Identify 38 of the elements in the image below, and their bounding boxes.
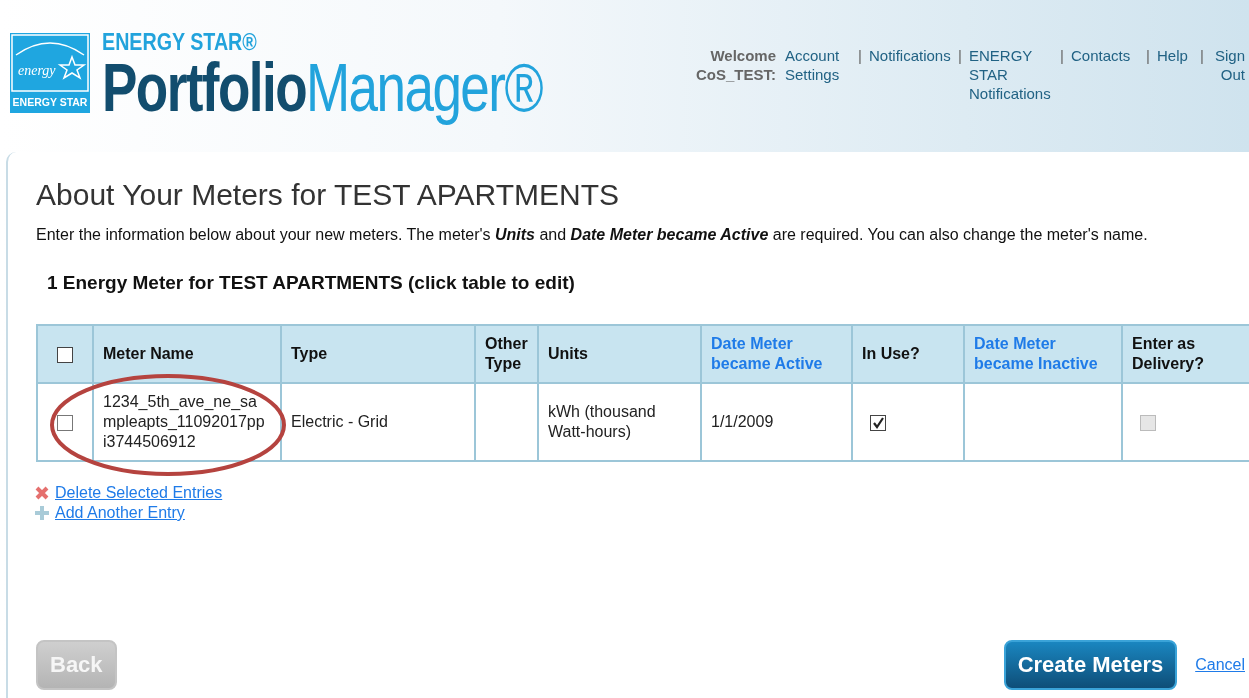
column-header: Meter Name [93, 325, 281, 383]
table-cell: Electric - Grid [291, 413, 388, 430]
row-checkbox[interactable] [57, 414, 73, 431]
nav-separator: | [1200, 46, 1205, 66]
sortable-column-header[interactable]: Date Meter became Active [701, 325, 852, 383]
logo-script-text: energy [18, 63, 56, 78]
product-name-light: Manager® [306, 49, 542, 125]
column-header: Units [538, 325, 701, 383]
nav-link[interactable]: Help [1157, 46, 1197, 103]
nav-separator: | [958, 46, 963, 66]
nav-separator: | [1146, 46, 1151, 66]
table-cell: kWh (thousand Watt-hours) [548, 403, 656, 440]
column-header: Enter as Delivery? [1122, 325, 1249, 383]
nav-link[interactable]: Account Settings [785, 46, 855, 103]
column-header: Other Type [475, 325, 538, 383]
welcome-text: Welcome CoS_TEST: [695, 46, 776, 85]
delete-icon [34, 485, 50, 501]
intro-text: Enter the information below about your new meters. The meter's Units and Date Meter became Active are required. You can also change the meter's name. [36, 226, 1149, 244]
nav-link[interactable]: Sign Out [1211, 46, 1245, 103]
nav-separator: | [1060, 46, 1065, 66]
table-cell: 1/1/2009 [711, 413, 774, 430]
nav-link[interactable]: Contacts [1071, 46, 1143, 103]
plus-icon [34, 505, 50, 521]
nav-separator: | [858, 46, 863, 66]
select-all-checkbox[interactable] [57, 346, 73, 363]
logo-badge-text: ENERGY STAR [12, 96, 88, 108]
cancel-link[interactable]: Cancel [1195, 656, 1245, 674]
sortable-column-header[interactable]: Date Meter became Inactive [964, 325, 1122, 383]
column-header: Type [281, 325, 475, 383]
column-header: In Use? [852, 325, 964, 383]
in-use-checkbox[interactable] [870, 414, 886, 431]
action-link[interactable]: Add Another Entry [55, 504, 185, 522]
action-link[interactable]: Delete Selected Entries [55, 484, 223, 502]
section-title: 1 Energy Meter for TEST APARTMENTS (click table to edit) [47, 272, 576, 294]
create-meters-button[interactable]: Create Meters [1003, 640, 1178, 690]
page-title: About Your Meters for TEST APARTMENTS [36, 178, 621, 212]
nav-link[interactable]: Notifications [869, 46, 955, 103]
nav-link[interactable]: ENERGY STAR Notifications [969, 46, 1057, 103]
